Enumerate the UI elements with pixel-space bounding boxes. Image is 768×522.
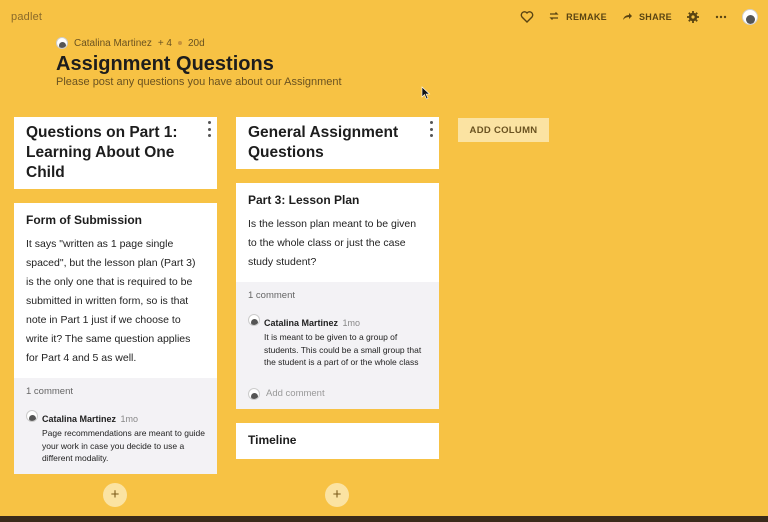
column-part1-questions: Questions on Part 1: Learning About One …	[14, 117, 217, 474]
column-menu-icon[interactable]	[205, 121, 213, 137]
add-comment-placeholder: Add comment	[266, 388, 325, 399]
comment-text: It is meant to be given to a group of st…	[264, 332, 422, 367]
column-menu-icon[interactable]	[427, 121, 435, 137]
comment-count[interactable]: 1 comment	[248, 290, 427, 301]
page-title: Assignment Questions	[56, 53, 274, 75]
padlet-logo[interactable]: padlet	[11, 11, 42, 23]
toolbar-actions: REMAKE SHARE	[520, 9, 758, 25]
post-body: Is the lesson plan meant to be given to …	[248, 218, 417, 268]
heart-icon[interactable]	[520, 10, 534, 24]
post-card[interactable]: Part 3: Lesson Plan Is the lesson plan m…	[236, 183, 439, 409]
column-title: General Assignment Questions	[248, 124, 399, 161]
padlet-meta: Catalina Martinez + 4 20d	[56, 37, 205, 49]
comments-section: 1 comment Catalina Martinez 1mo Page rec…	[14, 378, 217, 474]
add-column-button[interactable]: ADD COLUMN	[458, 118, 549, 142]
add-comment-input[interactable]: Add comment	[248, 387, 427, 400]
share-button[interactable]: SHARE	[621, 10, 672, 24]
add-post-button[interactable]: +	[103, 483, 127, 507]
share-label: SHARE	[638, 12, 672, 22]
column-header: General Assignment Questions	[236, 117, 439, 169]
column-general-questions: General Assignment Questions Part 3: Les…	[236, 117, 439, 459]
gear-icon[interactable]	[686, 10, 700, 24]
comment-time: 1mo	[120, 414, 138, 424]
contributors-count[interactable]: + 4	[158, 38, 172, 49]
page-subtitle: Please post any questions you have about…	[56, 76, 342, 88]
comments-section: 1 comment Catalina Martinez 1mo It is me…	[236, 282, 439, 409]
top-bar: padlet REMAKE SHARE	[0, 0, 768, 36]
comment-count[interactable]: 1 comment	[26, 386, 205, 397]
mouse-cursor-icon	[421, 86, 431, 100]
author-avatar	[56, 37, 68, 49]
comment-author: Catalina Martinez	[42, 414, 117, 424]
post-body: It says "written as 1 page single spaced…	[26, 238, 196, 364]
padlet-age: 20d	[188, 37, 205, 49]
comment: Catalina Martinez 1mo Page recommendatio…	[26, 409, 205, 465]
share-arrow-icon	[621, 10, 635, 24]
commenter-avatar	[248, 387, 260, 400]
comment-time: 1mo	[342, 318, 360, 328]
post-title: Timeline	[248, 432, 297, 447]
commenter-avatar	[248, 314, 260, 326]
remake-label: REMAKE	[566, 12, 607, 22]
post-title: Form of Submission	[26, 213, 143, 227]
profile-avatar[interactable]	[742, 9, 758, 25]
bottom-edge	[0, 516, 768, 522]
column-title: Questions on Part 1: Learning About One …	[26, 124, 178, 181]
post-card[interactable]: Form of Submission It says "written as 1…	[14, 203, 217, 474]
post-card[interactable]: Timeline	[236, 422, 439, 459]
more-horizontal-icon[interactable]	[714, 10, 728, 24]
remake-button[interactable]: REMAKE	[548, 10, 607, 24]
comment: Catalina Martinez 1mo It is meant to be …	[248, 313, 427, 369]
commenter-avatar	[26, 410, 38, 422]
remake-icon	[548, 10, 562, 24]
author-name[interactable]: Catalina Martinez	[74, 38, 152, 49]
column-header: Questions on Part 1: Learning About One …	[14, 117, 217, 189]
comment-text: Page recommendations are meant to guide …	[42, 428, 206, 463]
post-title: Part 3: Lesson Plan	[248, 193, 360, 207]
add-post-button[interactable]: +	[325, 483, 349, 507]
separator-dot	[178, 41, 182, 45]
comment-author: Catalina Martinez	[264, 318, 339, 328]
